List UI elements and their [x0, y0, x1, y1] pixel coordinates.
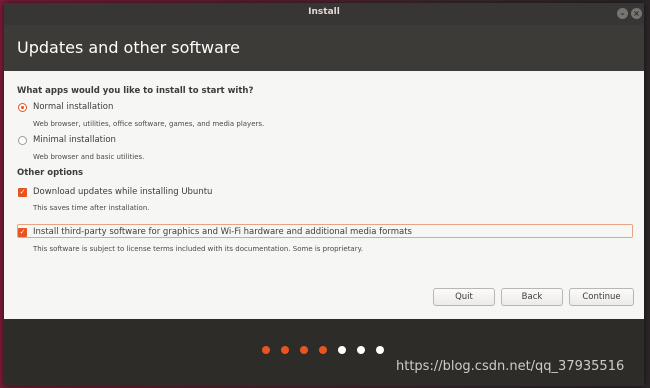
title-bar: Install – ×	[4, 3, 644, 25]
third-party-software-description: This software is subject to license term…	[33, 245, 363, 253]
progress-dot-pending	[338, 346, 346, 354]
content-panel: What apps would you like to install to s…	[4, 71, 644, 319]
progress-dot-completed	[262, 346, 270, 354]
radio-selected-icon[interactable]	[18, 102, 27, 112]
window-title: Install	[308, 7, 340, 17]
minimal-installation-description: Web browser and basic utilities.	[33, 153, 145, 161]
watermark-text: https://blog.csdn.net/qq_37935516	[396, 359, 625, 374]
progress-footer	[4, 319, 644, 386]
other-options-heading: Other options	[17, 168, 84, 178]
checkbox-checked-icon[interactable]: ✓	[18, 227, 27, 237]
progress-dot-completed	[300, 346, 308, 354]
download-updates-description: This saves time after installation.	[33, 204, 150, 212]
normal-installation-label[interactable]: Normal installation	[33, 102, 113, 112]
download-updates-checkbox[interactable]: ✓ Download updates while installing Ubun…	[18, 186, 212, 198]
back-button[interactable]: Back	[501, 288, 563, 306]
progress-dot-pending	[376, 346, 384, 354]
continue-button[interactable]: Continue	[569, 288, 634, 306]
third-party-software-checkbox[interactable]: ✓ Install third-party software for graph…	[18, 226, 412, 238]
progress-dot-pending	[357, 346, 365, 354]
normal-installation-description: Web browser, utilities, office software,…	[33, 120, 265, 128]
installer-window: Install – × Updates and other software W…	[4, 3, 644, 386]
minimal-installation-label[interactable]: Minimal installation	[33, 135, 116, 145]
minimal-installation-radio[interactable]: Minimal installation	[18, 134, 116, 146]
progress-dot-completed	[319, 346, 327, 354]
third-party-software-label[interactable]: Install third-party software for graphic…	[33, 227, 412, 237]
progress-indicator	[262, 346, 395, 354]
minimize-icon[interactable]: –	[617, 8, 628, 19]
page-header: Updates and other software	[4, 25, 644, 71]
radio-unselected-icon[interactable]	[18, 135, 27, 145]
install-type-question: What apps would you like to install to s…	[17, 86, 254, 96]
page-title: Updates and other software	[17, 38, 240, 57]
close-icon[interactable]: ×	[631, 8, 642, 19]
download-updates-label[interactable]: Download updates while installing Ubuntu	[33, 187, 212, 197]
quit-button[interactable]: Quit	[433, 288, 495, 306]
normal-installation-radio[interactable]: Normal installation	[18, 101, 113, 113]
checkbox-checked-icon[interactable]: ✓	[18, 187, 27, 197]
progress-dot-completed	[281, 346, 289, 354]
